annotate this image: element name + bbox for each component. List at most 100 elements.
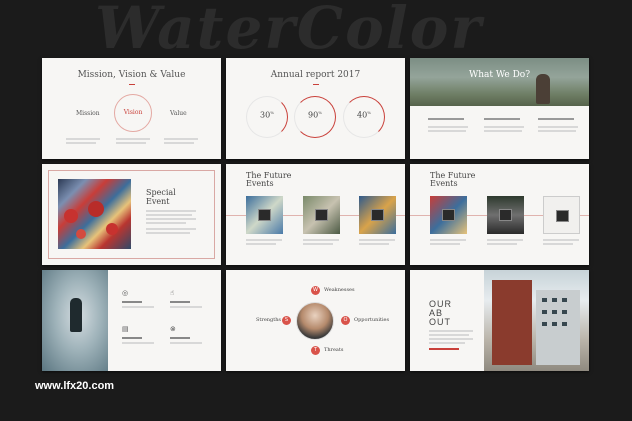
window [542, 298, 547, 302]
play-icon [258, 209, 271, 221]
play-icon [371, 209, 384, 221]
slide-title: What We Do? [468, 70, 531, 80]
column-heading-placeholder [484, 118, 520, 120]
text-placeholder [429, 338, 473, 340]
feature-heading-placeholder [170, 301, 190, 303]
target-icon: ◎ [122, 289, 129, 297]
slide-title: Annual report 2017 [270, 70, 361, 80]
text-placeholder [122, 306, 154, 308]
caption-placeholder [359, 243, 389, 245]
caption-placeholder [246, 239, 282, 241]
glass-building [536, 290, 580, 365]
text-placeholder [429, 330, 473, 332]
percent-ring: 30% [246, 96, 288, 138]
watercolor-painting [58, 179, 131, 249]
slide-future-events[interactable]: The Future Events [226, 164, 405, 265]
slide-annual-report[interactable]: Annual report 2017 30% 90% 40% [226, 58, 405, 159]
brick-building [492, 280, 532, 365]
window [552, 298, 557, 302]
slide-title: OUR AB OUT [429, 299, 452, 327]
trash-icon: ▤ [122, 325, 129, 333]
event-thumbnail[interactable] [303, 196, 340, 234]
title-rule [312, 84, 319, 85]
slide-about[interactable]: OUR AB OUT [410, 270, 589, 371]
slide-future-events[interactable]: The Future Events [410, 164, 589, 265]
percent-value: 40 [357, 110, 368, 120]
text-placeholder [116, 142, 146, 144]
window [542, 310, 547, 314]
percent-ring: 40% [343, 96, 385, 138]
text-placeholder [66, 142, 96, 144]
caption-placeholder [359, 239, 395, 241]
text-placeholder [484, 130, 522, 132]
accent-text-placeholder [429, 348, 459, 350]
caption-placeholder [543, 243, 573, 245]
thumbs-up-icon: ☝ [170, 289, 175, 297]
slide-features[interactable]: ◎ ☝ ▤ ⊗ [42, 270, 221, 371]
text-placeholder [484, 126, 524, 128]
strengths-label: Strengths [256, 317, 281, 323]
text-placeholder [428, 126, 468, 128]
column-heading-placeholder [538, 118, 574, 120]
text-placeholder [538, 126, 578, 128]
text-placeholder [146, 214, 192, 216]
event-thumbnail[interactable] [246, 196, 283, 234]
slide-title: The Future Events [246, 171, 292, 188]
window [552, 310, 557, 314]
feature-heading-placeholder [122, 301, 142, 303]
percent-ring: 90% [294, 96, 336, 138]
strengths-dot: S [282, 316, 291, 325]
caption-placeholder [543, 239, 579, 241]
text-placeholder [429, 342, 465, 344]
slide-title: Mission, Vision & Value [77, 70, 186, 80]
settings-icon: ⊗ [170, 325, 176, 333]
text-placeholder [538, 130, 576, 132]
text-placeholder [146, 218, 196, 220]
text-placeholder [146, 222, 186, 224]
event-thumbnail[interactable] [430, 196, 467, 234]
text-placeholder [428, 130, 466, 132]
text-placeholder [66, 138, 100, 140]
caption-placeholder [430, 239, 466, 241]
text-placeholder [170, 306, 202, 308]
slide-mission-vision-value[interactable]: Mission, Vision & Value Mission Vision V… [42, 58, 221, 159]
caption-placeholder [487, 239, 523, 241]
window [562, 298, 567, 302]
building-photo [484, 270, 589, 371]
play-icon [556, 210, 569, 222]
caption-placeholder [303, 243, 333, 245]
slide-title: The Future Events [430, 171, 476, 188]
valley-photo [410, 58, 589, 106]
text-placeholder [164, 138, 198, 140]
text-placeholder [146, 210, 196, 212]
vision-label: Vision [123, 109, 143, 116]
red-flower [76, 229, 86, 239]
caption-placeholder [430, 243, 460, 245]
red-flower [88, 201, 104, 217]
title-rule [128, 84, 135, 85]
opportunities-dot: O [341, 316, 350, 325]
opportunities-label: Opportunities [354, 317, 390, 323]
slide-special-event[interactable]: Special Event [42, 164, 221, 265]
caption-placeholder [303, 239, 339, 241]
event-thumbnail[interactable] [359, 196, 396, 234]
feature-heading-placeholder [122, 337, 142, 339]
column-heading-placeholder [428, 118, 464, 120]
portrait-photo [296, 302, 334, 340]
text-placeholder [146, 232, 190, 234]
caption-placeholder [487, 243, 517, 245]
red-flower [64, 209, 78, 223]
window [542, 322, 547, 326]
threats-dot: T [311, 346, 320, 355]
slide-what-we-do[interactable]: What We Do? [410, 58, 589, 159]
person-figure [70, 298, 82, 332]
red-flower [106, 223, 118, 235]
event-thumbnail[interactable] [487, 196, 524, 234]
slide-swot[interactable]: W Weaknesses S Strengths O Opportunities… [226, 270, 405, 371]
event-thumbnail[interactable] [543, 196, 580, 234]
window [562, 310, 567, 314]
play-icon [442, 209, 455, 221]
percent-value: 90 [308, 110, 319, 120]
slide-title: Special Event [146, 188, 176, 206]
text-placeholder [170, 342, 202, 344]
